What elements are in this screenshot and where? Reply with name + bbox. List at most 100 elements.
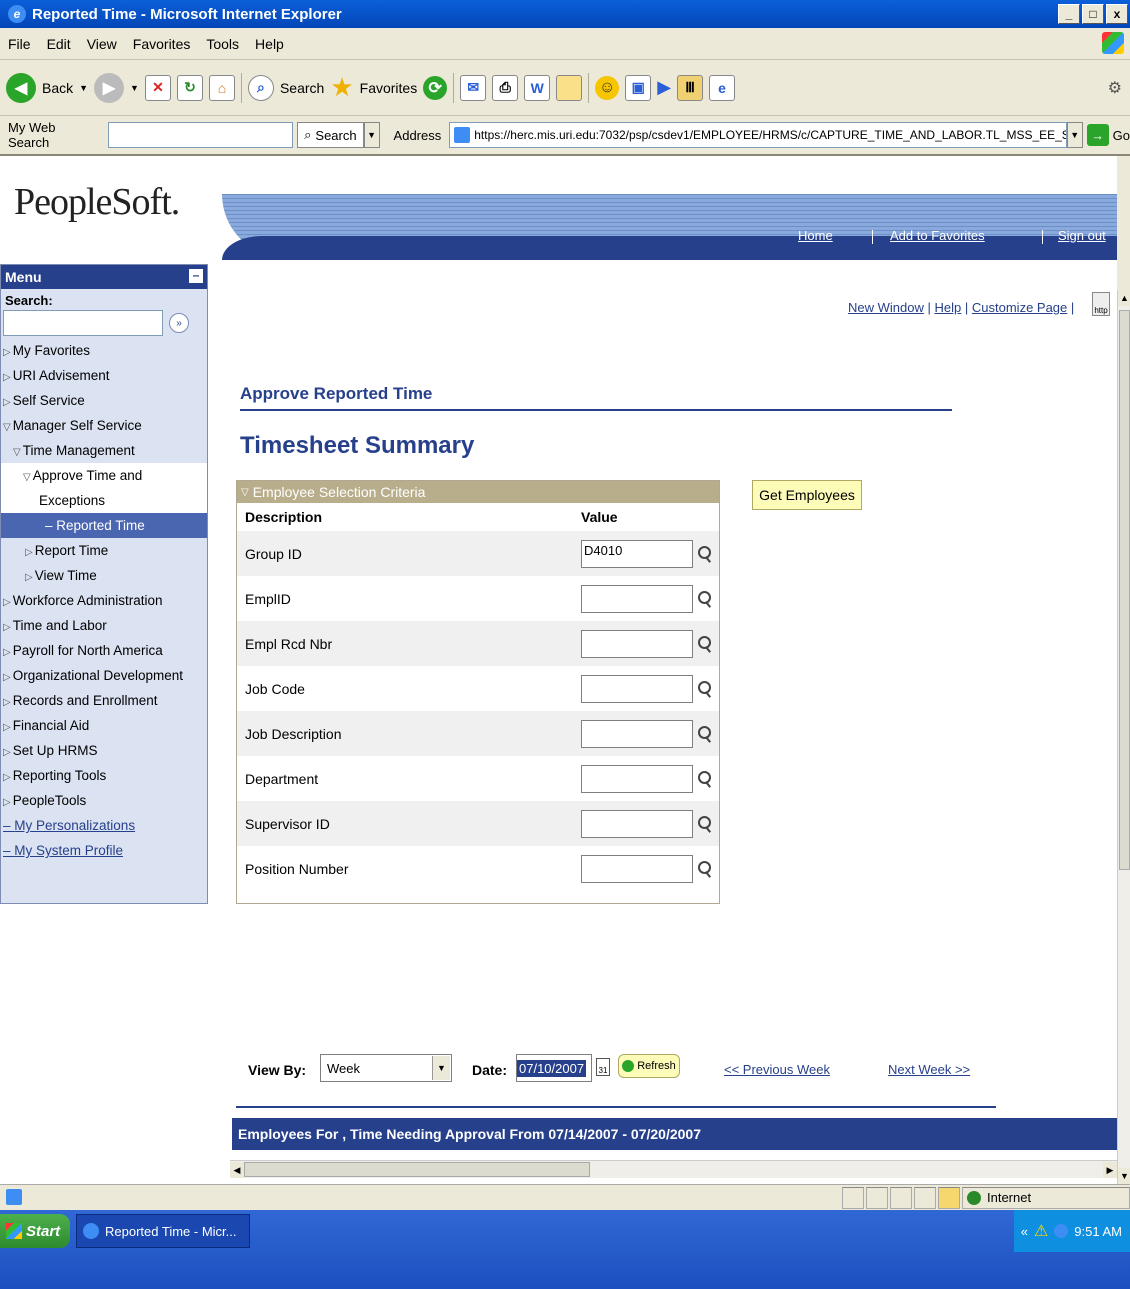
search-icon[interactable]: ⌕ [247,74,274,101]
empl-rcd-nbr-input[interactable] [581,629,693,658]
menu-file[interactable]: File [0,36,39,52]
criteria-header[interactable]: ▽ Employee Selection Criteria [237,481,719,503]
horizontal-scroll-thumb[interactable] [244,1162,590,1177]
menu-item-my-favorites[interactable]: ▷ My Favorites [1,338,207,363]
back-button-label[interactable]: Back [42,80,73,96]
menu-item-uri-advisement[interactable]: ▷ URI Advisement [1,363,207,388]
menu-favorites[interactable]: Favorites [125,36,199,52]
pointer-icon[interactable]: ▶ [657,77,671,98]
lookup-search-icon[interactable] [697,814,713,834]
menu-item-my-personalizations[interactable]: – My Personalizations [1,813,207,838]
department-input[interactable] [581,764,693,793]
help-link[interactable]: Help [935,300,962,315]
sign-out-link[interactable]: Sign out [1058,228,1106,243]
menu-item-financial-aid[interactable]: ▷ Financial Aid [1,713,207,738]
start-button[interactable]: Start [0,1214,70,1248]
messenger-smiley-icon[interactable]: ☺ [595,75,620,100]
add-to-favorites-link[interactable]: Add to Favorites [890,228,985,243]
menu-item-view-time[interactable]: ▷ View Time [1,563,207,588]
toolbar-extra-icon[interactable]: ⚙ [1108,78,1122,98]
media-icon[interactable]: ⟳ [423,75,448,100]
forward-dropdown-icon[interactable]: ▼ [130,83,139,93]
scroll-down-icon[interactable]: ▼ [1118,1168,1130,1184]
menu-search-input[interactable] [3,310,163,336]
supervisor-id-input[interactable] [581,809,693,838]
address-input[interactable]: https://herc.mis.uri.edu:7032/psp/csdev1… [449,122,1067,148]
search-button-label[interactable]: Search [280,80,324,96]
favorites-star-icon[interactable]: ★ [330,72,353,103]
scroll-left-icon[interactable]: ◀ [230,1162,244,1178]
menu-tools[interactable]: Tools [198,36,247,52]
customize-page-link[interactable]: Customize Page [972,300,1067,315]
position-number-input[interactable] [581,854,693,883]
stop-icon[interactable]: ✕ [144,74,171,101]
back-dropdown-icon[interactable]: ▼ [79,83,88,93]
address-dropdown-icon[interactable]: ▼ [1066,122,1083,148]
menu-collapse-button[interactable]: – [189,269,203,283]
calendar-icon[interactable]: 31 [596,1058,610,1076]
menu-item-payroll[interactable]: ▷ Payroll for North America [1,638,207,663]
job-code-input[interactable] [581,674,693,703]
minimize-button[interactable]: _ [1058,4,1080,24]
job-description-input[interactable] [581,719,693,748]
tray-expand-icon[interactable]: « [1021,1224,1028,1239]
menu-item-my-system-profile[interactable]: – My System Profile [1,838,207,863]
previous-week-link[interactable]: << Previous Week [724,1062,830,1077]
word-edit-icon[interactable]: W [524,74,551,101]
menu-view[interactable]: View [79,36,125,52]
menu-item-records-and-enrollment[interactable]: ▷ Records and Enrollment [1,688,207,713]
forward-arrow-icon[interactable]: ▶ [94,72,125,103]
group-id-input[interactable]: D4010 [581,539,693,568]
menu-item-self-service[interactable]: ▷ Self Service [1,388,207,413]
network-icon[interactable] [1054,1224,1069,1238]
menu-item-peopletools[interactable]: ▷ PeopleTools [1,788,207,813]
folder-icon[interactable] [556,74,583,101]
go-button[interactable]: → Go [1086,124,1130,146]
vertical-scroll-thumb[interactable] [1119,310,1130,870]
menu-item-approve-time-exceptions[interactable]: Exceptions [1,488,207,513]
scroll-up-icon[interactable]: ▲ [1118,290,1130,306]
menu-search-go-icon[interactable]: » [169,313,189,333]
menu-item-workforce-administration[interactable]: ▷ Workforce Administration [1,588,207,613]
taskbar-item-ie[interactable]: Reported Time - Micr... [76,1214,250,1248]
menu-item-reported-time[interactable]: – Reported Time [1,513,207,538]
web-search-input[interactable] [107,122,294,148]
menu-item-time-management[interactable]: ▽ Time Management [1,438,207,463]
web-search-button[interactable]: ⌕ Search [297,122,364,148]
menu-item-manager-self-service[interactable]: ▽ Manager Self Service [1,413,207,438]
new-window-link[interactable]: New Window [848,300,924,315]
lookup-search-icon[interactable] [697,544,713,564]
scroll-right-icon[interactable]: ▶ [1103,1162,1117,1178]
menu-item-organizational-development[interactable]: ▷ Organizational Development [1,663,207,688]
lookup-search-icon[interactable] [697,679,713,699]
menu-item-set-up-hrms[interactable]: ▷ Set Up HRMS [1,738,207,763]
lookup-search-icon[interactable] [697,589,713,609]
refresh-button[interactable]: Refresh [618,1054,680,1078]
window-title-bar[interactable]: e Reported Time - Microsoft Internet Exp… [0,0,1130,28]
home-icon[interactable]: ⌂ [208,74,235,101]
mail-icon[interactable]: ✉ [460,74,487,101]
get-employees-button[interactable]: Get Employees [752,480,862,510]
toolbar-tool-icon[interactable]: Ⅲ [677,74,704,101]
refresh-page-icon[interactable]: ↻ [176,74,203,101]
close-button[interactable]: x [1106,4,1128,24]
date-input[interactable]: 07/10/2007 [516,1054,592,1082]
back-arrow-icon[interactable]: ◀ [6,72,36,103]
chevron-down-icon[interactable]: ▼ [432,1056,450,1080]
http-url-icon[interactable]: http [1092,292,1110,316]
menu-item-approve-time[interactable]: ▽ Approve Time and [1,463,207,488]
maximize-button[interactable]: □ [1082,4,1104,24]
next-week-link[interactable]: Next Week >> [888,1062,970,1077]
lookup-search-icon[interactable] [697,724,713,744]
menu-item-time-and-labor[interactable]: ▷ Time and Labor [1,613,207,638]
menu-help[interactable]: Help [247,36,292,52]
monitor-icon[interactable]: ▣ [625,74,652,101]
print-icon[interactable]: ⎙ [492,74,519,101]
ie-page-icon[interactable]: e [709,74,736,101]
warning-icon[interactable]: ⚠ [1034,1221,1048,1241]
menu-edit[interactable]: Edit [39,36,79,52]
horizontal-scrollbar[interactable]: ◀ ▶ [230,1160,1117,1178]
favorites-button-label[interactable]: Favorites [360,80,418,96]
lookup-search-icon[interactable] [697,859,713,879]
vertical-scrollbar[interactable]: ▲ ▼ [1117,290,1130,1184]
